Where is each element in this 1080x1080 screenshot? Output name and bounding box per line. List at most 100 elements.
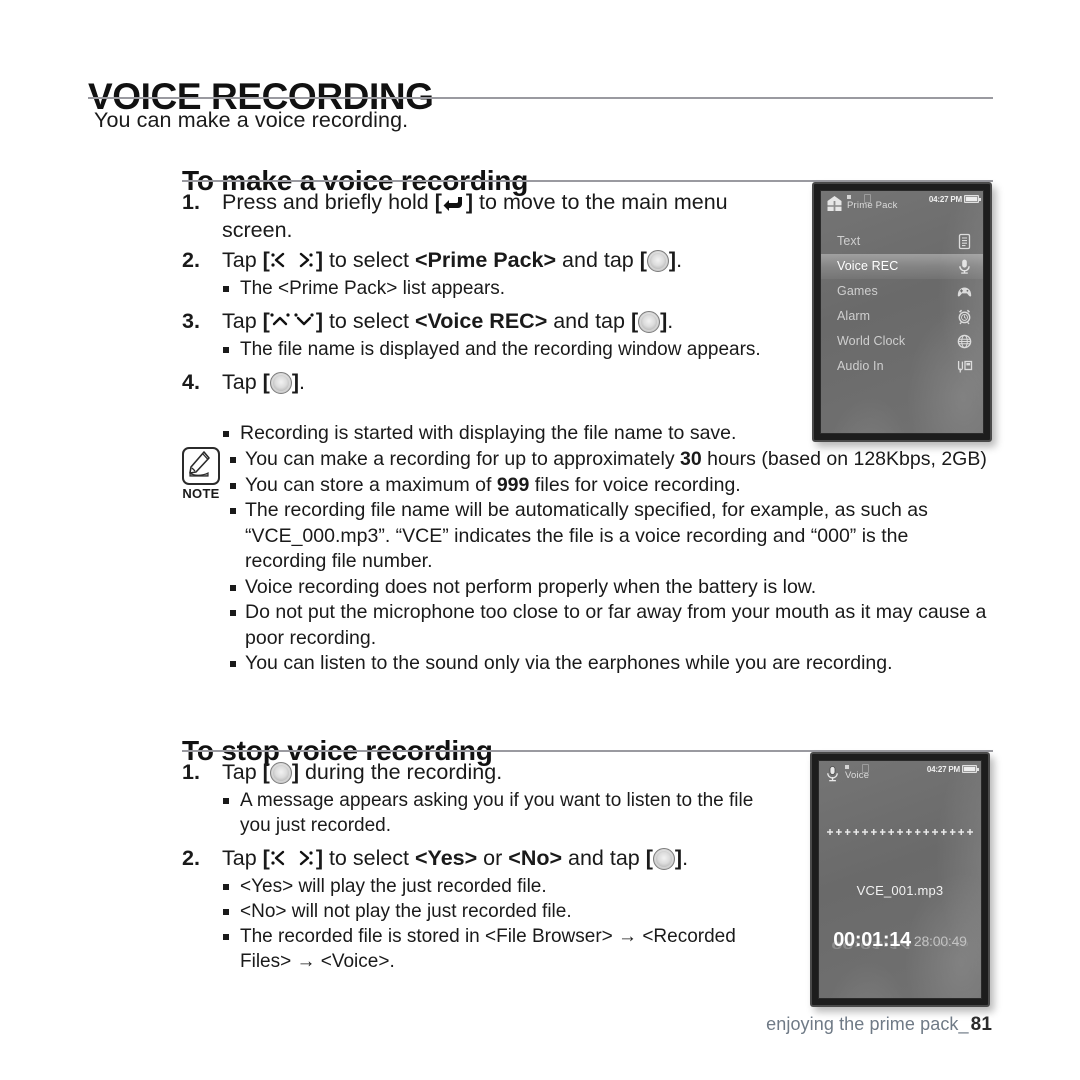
battery-icon [964, 195, 981, 203]
menu-item-audio-in[interactable]: Audio In [821, 354, 983, 379]
level-marker [888, 829, 895, 835]
menu-item-text[interactable]: Text [821, 229, 983, 254]
footer-label: enjoying the prime pack_ [766, 1014, 969, 1034]
step-number: 2. [182, 248, 200, 272]
inline-bold-term: <Prime Pack> [415, 248, 557, 272]
menu-item-label: Games [837, 284, 878, 298]
step4-bullet: Recording is started with displaying the… [222, 421, 736, 446]
step-bullet: <No> will not play the just recorded fil… [222, 899, 782, 924]
level-marker [905, 829, 912, 835]
level-marker [932, 829, 938, 835]
menu-item-label: Voice REC [837, 259, 899, 273]
step-text: Tap [] to select <Prime Pack> and tap []… [222, 248, 683, 272]
microphone-icon [824, 765, 841, 782]
step-number: 1. [182, 190, 200, 214]
level-marker [914, 829, 921, 835]
level-marker [870, 829, 877, 835]
note-bullet: The recording file name will be automati… [230, 498, 993, 575]
level-marker [844, 829, 851, 835]
note-block: NOTE You can make a recording for up to … [178, 447, 993, 677]
step-bullet-list: The <Prime Pack> list appears. [182, 276, 782, 301]
steps-list-make: 1. Press and briefly hold [] to move to t… [182, 188, 782, 398]
level-marker [940, 829, 947, 835]
menu-item-label: Audio In [837, 359, 884, 373]
recording-time-reflection: 00:01:14 28:00:49 [819, 938, 981, 951]
menu-item-label: World Clock [837, 334, 906, 348]
note-bullet: You can make a recording for up to appro… [230, 447, 993, 473]
level-marker [923, 829, 930, 835]
footer-page-number: 81 [970, 1014, 992, 1035]
menu-item-world-clock[interactable]: World Clock [821, 329, 983, 354]
step-number: 1. [182, 760, 200, 784]
select-button-icon [652, 848, 675, 870]
menu-item-alarm[interactable]: Alarm [821, 304, 983, 329]
device-screen-menu: Prime Pack 04:27 PM Text Voice REC Games Al… [820, 190, 984, 434]
note-bullet: Voice recording does not perform properl… [230, 575, 993, 601]
device-screenshot-recording: Voice 04:27 PM VCE_001.mp3 00:01:14 28:00… [810, 752, 990, 1007]
step-bullet-list: The file name is displayed and the recor… [182, 337, 782, 362]
page-footer: enjoying the prime pack_ 81 [766, 1014, 992, 1036]
device-screenshot-prime-pack: Prime Pack 04:27 PM Text Voice REC Games Al… [812, 182, 992, 442]
step-text: Tap [] to select <Yes> or <No> and tap [… [222, 846, 689, 870]
status-dot-icon [847, 195, 851, 199]
level-marker [897, 829, 903, 835]
step-bullet: The file name is displayed and the recor… [222, 337, 782, 362]
globe-icon [956, 333, 973, 350]
step-item: 2. Tap [] to select <Yes> or <No> and tap… [182, 844, 782, 872]
left-right-touch-icon [270, 847, 316, 867]
note-hand-icon [182, 447, 220, 485]
step-number: 4. [182, 370, 200, 394]
device-menu-list: Text Voice REC Games Alarm World Clock Audio … [821, 229, 983, 379]
level-marker [827, 829, 833, 835]
note-emphasis: 999 [496, 473, 530, 496]
level-marker [949, 829, 956, 835]
status-title-menu: Prime Pack [847, 200, 898, 211]
note-emphasis: 30 [680, 448, 702, 470]
step-item: 4. Tap []. [182, 368, 782, 396]
note-icon-group: NOTE [178, 447, 224, 501]
device-screen-recording: Voice 04:27 PM VCE_001.mp3 00:01:14 28:00… [818, 760, 982, 999]
microphone-icon [956, 258, 973, 275]
select-button-icon [646, 250, 669, 272]
step-number: 3. [182, 309, 200, 333]
inline-bold-term: <Voice REC> [415, 309, 548, 333]
step-text: Tap [] to select <Voice REC> and tap []. [222, 309, 674, 333]
status-title-recording: Voice [845, 770, 870, 781]
note-bullet: You can listen to the sound only via the… [230, 651, 993, 677]
prime-pack-icon [826, 195, 843, 212]
step-bullet: The <Prime Pack> list appears. [222, 276, 782, 301]
step-item: 3. Tap [] to select <Voice REC> and tap [… [182, 307, 782, 335]
recording-file-name: VCE_001.mp3 [856, 883, 944, 898]
title-divider [88, 97, 993, 99]
level-marker [958, 829, 965, 835]
step-bullet: A message appears asking you if you want… [222, 788, 782, 838]
intro-text: You can make a voice recording. [94, 108, 409, 132]
step-bullet: The recorded file is stored in <File Bro… [222, 924, 782, 974]
status-bar-menu: Prime Pack 04:27 PM [821, 191, 983, 217]
step-bullet-list: A message appears asking you if you want… [182, 788, 782, 838]
menu-item-games[interactable]: Games [821, 279, 983, 304]
step-item: 2. Tap [] to select <Prime Pack> and tap … [182, 246, 782, 274]
recording-level-markers [827, 829, 973, 835]
up-down-touch-icon [270, 310, 316, 330]
step-item: 1. Press and briefly hold [] to move to t… [182, 188, 782, 244]
menu-item-voice-rec[interactable]: Voice REC [821, 254, 983, 279]
inline-bold-term: <Yes> [415, 846, 478, 870]
return-arrow-icon [442, 191, 466, 211]
step-bullet: <Yes> will play the just recorded file. [222, 874, 782, 899]
menu-item-label: Alarm [837, 309, 871, 323]
note-bullet: You can store a maximum of 999 files for… [230, 473, 993, 499]
status-clock-recording: 04:27 PM [926, 765, 960, 774]
manual-page: VOICE RECORDING You can make a voice rec… [0, 0, 1080, 1080]
step-bullet-list: <Yes> will play the just recorded file. <… [182, 874, 782, 974]
step-text: Tap []. [222, 370, 305, 394]
left-right-touch-icon [270, 249, 316, 269]
audio-in-icon [956, 358, 973, 375]
reflection-elapsed: 00:01:14 [831, 938, 912, 951]
steps-list-stop: 1. Tap [] during the recording. A message … [182, 758, 782, 980]
select-button-icon [269, 762, 292, 784]
step-text: Press and briefly hold [] to move to the… [222, 190, 728, 242]
note-bullet: Do not put the microphone too close to o… [230, 600, 993, 651]
reflection-total: 28:00:49 [914, 940, 969, 949]
status-bar-recording: Voice 04:27 PM [819, 761, 981, 787]
